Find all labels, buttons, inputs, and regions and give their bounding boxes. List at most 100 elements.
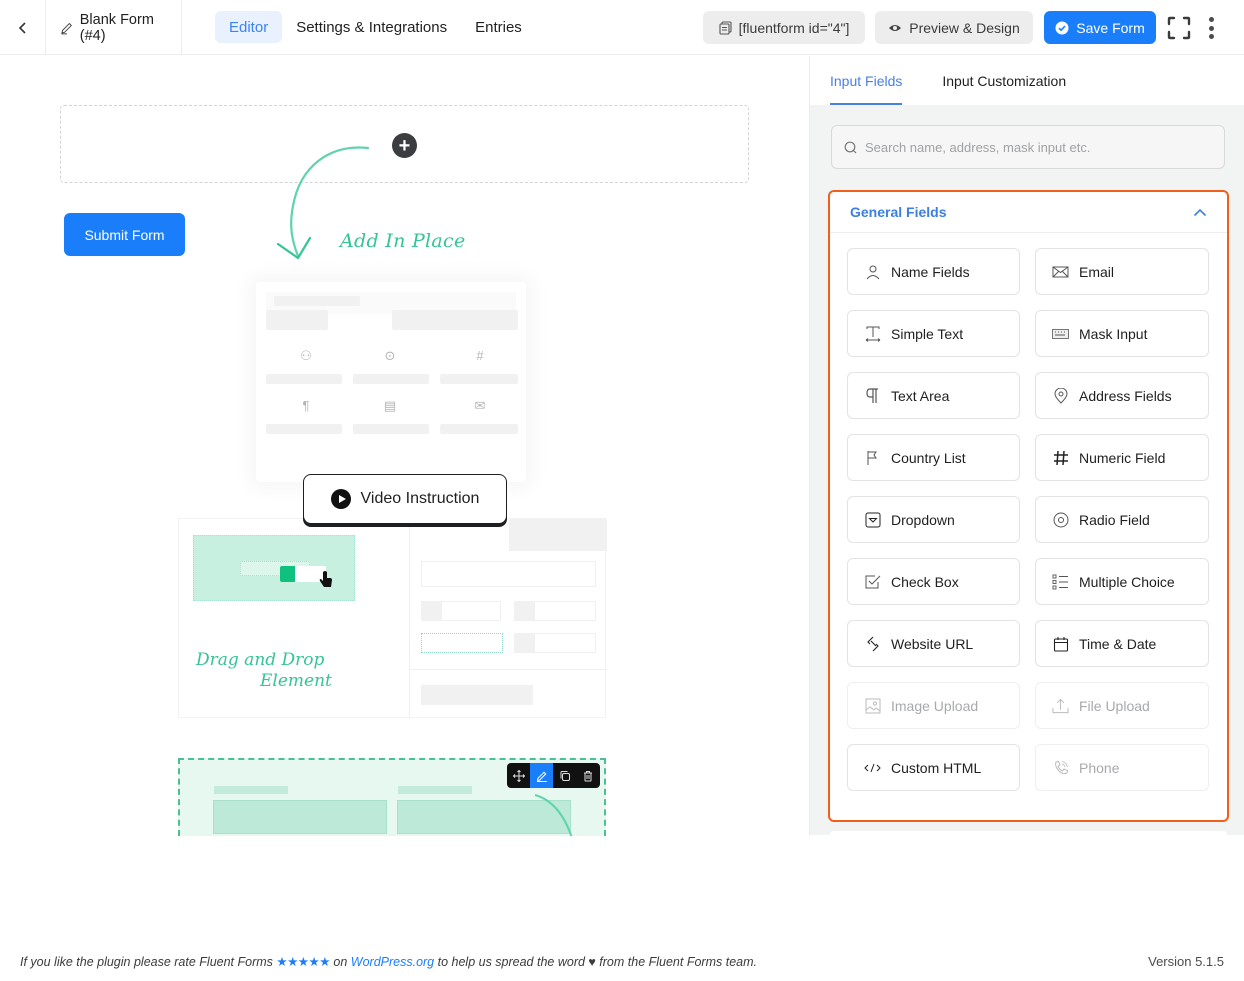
field-email-button[interactable]: Email [1035, 248, 1209, 295]
next-panel-edge [830, 831, 1227, 837]
block-toolbar [507, 763, 600, 788]
drag-drop-line2: Element [260, 671, 332, 691]
video-instruction-button[interactable]: Video Instruction [303, 474, 507, 524]
map-pin-icon: ⊙ [384, 348, 396, 363]
footer-text: If you like the plugin please rate Fluen… [20, 955, 277, 969]
field-simple-text-button[interactable]: Simple Text [847, 310, 1020, 357]
sidebar-tabs: Input Fields Input Customization [810, 56, 1244, 105]
link-icon [864, 635, 881, 652]
mock-label [398, 786, 472, 794]
field-label: Dropdown [891, 511, 955, 528]
field-custom-html-button[interactable]: Custom HTML [847, 744, 1020, 791]
rating-stars-link[interactable]: ★★★★★ [276, 955, 330, 969]
back-button[interactable] [0, 0, 46, 55]
mock-bar [353, 374, 429, 384]
field-name-fields-button[interactable]: Name Fields [847, 248, 1020, 295]
form-title[interactable]: Blank Form (#4) [46, 0, 182, 55]
field-label: Time & Date [1079, 635, 1157, 652]
mock-label [214, 786, 288, 794]
duplicate-icon [560, 770, 570, 781]
preview-label: Preview & Design [909, 19, 1020, 36]
hash-icon [1052, 449, 1069, 466]
version-label: Version 5.1.5 [1148, 954, 1224, 969]
field-file-upload-button[interactable]: File Upload [1035, 682, 1209, 729]
fields-sidebar: Input Fields Input Customization General… [809, 56, 1244, 837]
field-multiple-choice-button[interactable]: Multiple Choice [1035, 558, 1209, 605]
field-radio-field-button[interactable]: Radio Field [1035, 496, 1209, 543]
tab-settings-integrations[interactable]: Settings & Integrations [282, 11, 461, 43]
copy-shortcode-button[interactable]: [fluentform id="4"] [703, 11, 865, 44]
field-numeric-field-button[interactable]: Numeric Field [1035, 434, 1209, 481]
delete-button [576, 763, 599, 788]
field-phone-button[interactable]: Phone [1035, 744, 1209, 791]
footer-note: If you like the plugin please rate Fluen… [20, 954, 757, 969]
field-country-list-button[interactable]: Country List [847, 434, 1020, 481]
field-label: Check Box [891, 573, 959, 590]
field-time-date-button[interactable]: Time & Date [1035, 620, 1209, 667]
mock-bar [274, 296, 360, 306]
flag-icon [864, 449, 881, 466]
fields-grid: Name Fields Email Simple Text Mask Input Tex… [847, 248, 1209, 791]
mock-bar [421, 685, 533, 705]
move-button [507, 763, 530, 788]
save-form-button[interactable]: Save Form [1044, 11, 1156, 44]
field-label: Custom HTML [891, 759, 982, 776]
field-search-input[interactable] [865, 139, 1205, 155]
general-fields-header[interactable]: General Fields [830, 192, 1227, 233]
dot [1208, 17, 1214, 22]
wordpress-link[interactable]: WordPress.org [351, 955, 434, 969]
field-text-area-button[interactable]: Text Area [847, 372, 1020, 419]
duplicate-button [553, 763, 576, 788]
tab-input-customization[interactable]: Input Customization [942, 56, 1066, 105]
panel-title: General Fields [850, 204, 947, 220]
form-editor-canvas: + Submit Form Add In Place ⚇ ⊙ # ¶ ▤ ✉ D… [0, 56, 809, 936]
radio-icon [1052, 511, 1069, 528]
field-label: Address Fields [1079, 387, 1172, 404]
hash-icon: # [476, 348, 484, 363]
tab-entries[interactable]: Entries [461, 11, 536, 43]
add-in-place-caption: Add In Place [340, 230, 466, 252]
keyboard-icon [1052, 325, 1069, 342]
mock-bar [266, 310, 328, 330]
keyboard-icon: ▤ [383, 398, 397, 413]
fullscreen-icon[interactable] [1167, 16, 1191, 40]
form-title-area: Blank Form (#4) [46, 0, 182, 55]
preview-design-button[interactable]: Preview & Design [875, 11, 1033, 44]
field-mask-input-button[interactable]: Mask Input [1035, 310, 1209, 357]
mock-bar [392, 310, 518, 330]
shortcode-label: [fluentform id="4"] [738, 19, 850, 36]
illustration-arrow [534, 794, 573, 836]
tab-input-fields[interactable]: Input Fields [830, 56, 903, 105]
mock-input [213, 800, 387, 834]
paragraph-icon: ¶ [302, 398, 310, 413]
video-instruction-label: Video Instruction [360, 490, 480, 507]
field-address-fields-button[interactable]: Address Fields [1035, 372, 1209, 419]
main-tabs: Editor Settings & Integrations Entries [215, 11, 536, 43]
edit-button [530, 763, 553, 788]
code-icon [864, 759, 881, 776]
checkbox-icon [864, 573, 881, 590]
trash-icon [583, 770, 592, 781]
field-label: Text Area [891, 387, 950, 404]
field-image-upload-button[interactable]: Image Upload [847, 682, 1020, 729]
more-options-button[interactable] [1204, 15, 1218, 41]
field-label: Country List [891, 449, 966, 466]
field-label: File Upload [1079, 697, 1150, 714]
field-label: Image Upload [891, 697, 979, 714]
illustration-field-picker: ⚇ ⊙ # ¶ ▤ ✉ [256, 282, 526, 482]
list-checks-icon [1052, 573, 1069, 590]
upload-icon [1052, 697, 1069, 714]
field-website-url-button[interactable]: Website URL [847, 620, 1020, 667]
map-pin-icon [1052, 387, 1069, 404]
field-check-box-button[interactable]: Check Box [847, 558, 1020, 605]
tab-editor[interactable]: Editor [215, 11, 283, 43]
dot [1208, 25, 1214, 31]
dot [1208, 34, 1214, 39]
mock-bar [266, 424, 342, 434]
field-label: Numeric Field [1079, 449, 1166, 466]
field-dropdown-button[interactable]: Dropdown [847, 496, 1020, 543]
envelope-icon [1052, 263, 1069, 280]
mock-input [534, 601, 596, 621]
mock-input [534, 633, 596, 653]
field-label: Phone [1079, 759, 1120, 776]
